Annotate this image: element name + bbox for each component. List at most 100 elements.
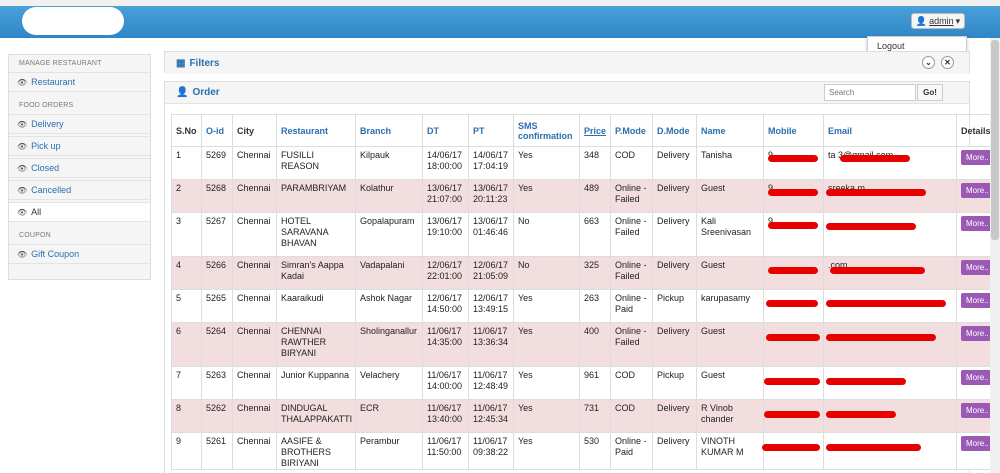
- filters-header[interactable]: ▦ Filters: [165, 52, 969, 74]
- cell-pt: 11/06/17 09:38:22: [468, 432, 514, 470]
- cell-name: Guest: [696, 322, 764, 367]
- col-oid[interactable]: O-id: [201, 114, 233, 147]
- col-price[interactable]: Price: [579, 114, 611, 147]
- close-button[interactable]: ✕: [941, 56, 954, 69]
- redaction-mark: [766, 334, 820, 341]
- logout-link[interactable]: Logout: [877, 41, 905, 51]
- col-dt[interactable]: DT: [422, 114, 469, 147]
- admin-menu-button[interactable]: 👤 admin ▾: [911, 13, 965, 29]
- cell-oid: 5269: [201, 146, 233, 180]
- cell-sno: 7: [171, 366, 202, 400]
- scrollbar-thumb[interactable]: [991, 40, 999, 240]
- cell-dmode: Delivery: [652, 256, 697, 290]
- logo[interactable]: [22, 7, 124, 35]
- user-icon: 👤: [915, 15, 928, 26]
- cell-branch: Perambur: [355, 432, 423, 470]
- cell-pt: 12/06/17 13:49:15: [468, 289, 514, 323]
- more-button[interactable]: More..: [961, 183, 994, 198]
- sidebar-item-pick-up[interactable]: 👁 Pick up: [9, 136, 150, 156]
- sidebar-item-delivery[interactable]: 👁 Delivery: [9, 114, 150, 134]
- cell-branch: Ashok Nagar: [355, 289, 423, 323]
- more-button[interactable]: More..: [961, 326, 994, 341]
- sidebar-item-cancelled[interactable]: 👁 Cancelled: [9, 180, 150, 200]
- cell-email: ta 3@gmail.com: [823, 146, 957, 180]
- cell-dmode: Delivery: [652, 322, 697, 367]
- sidebar-item-label: Closed: [31, 163, 60, 173]
- cell-dmode: Pickup: [652, 366, 697, 400]
- table-row: 9 5261 Chennai AASIFE & BROTHERS BIRIYANI Pe…: [171, 432, 1000, 470]
- eye-icon: 👁: [17, 163, 28, 173]
- table-header-row: S.No O-id City Restaurant Branch DT PT S…: [171, 114, 1000, 147]
- cell-branch: Gopalapuram: [355, 212, 423, 257]
- cell-sms: Yes: [513, 289, 580, 323]
- more-button[interactable]: More..: [961, 436, 994, 451]
- cell-name: Guest: [696, 366, 764, 400]
- sidebar-item-label: Pick up: [31, 141, 61, 151]
- cell-dt: 11/06/17 14:35:00: [422, 322, 469, 367]
- col-dmode[interactable]: D.Mode: [652, 114, 697, 147]
- redaction-mark: [830, 267, 925, 274]
- redaction-mark: [826, 444, 921, 451]
- table-row: 2 5268 Chennai PARAMBRIYAM Kolathur 13/06/17 …: [171, 179, 1000, 213]
- redaction-mark: [768, 189, 818, 196]
- sidebar-item-restaurant[interactable]: 👁 Restaurant: [9, 72, 150, 92]
- cell-branch: Kolathur: [355, 179, 423, 213]
- cell-price: 400: [579, 322, 611, 367]
- sidebar-item-all[interactable]: 👁 All: [9, 202, 150, 222]
- col-mobile[interactable]: Mobile: [763, 114, 824, 147]
- eye-icon: 👁: [17, 77, 28, 87]
- redaction-mark: [768, 267, 818, 274]
- more-button[interactable]: More..: [961, 293, 994, 308]
- cell-oid: 5262: [201, 399, 233, 433]
- cell-price: 731: [579, 399, 611, 433]
- table-row: 6 5264 Chennai CHENNAI RAWTHER BIRYANI Sholi…: [171, 322, 1000, 367]
- filters-panel: ▦ Filters ⌄ ✕: [164, 51, 970, 74]
- sidebar-heading-manage-restaurant: MANAGE RESTAURANT: [19, 60, 102, 67]
- cell-restaurant: Kaaraikudi: [276, 289, 356, 323]
- cell-restaurant: FUSILLI REASON: [276, 146, 356, 180]
- cell-dt: 13/06/17 21:07:00: [422, 179, 469, 213]
- collapse-button[interactable]: ⌄: [922, 56, 935, 69]
- cell-pt: 12/06/17 21:05:09: [468, 256, 514, 290]
- col-sms[interactable]: SMS confirmation: [513, 114, 580, 147]
- col-pmode[interactable]: P.Mode: [610, 114, 653, 147]
- cell-name: R Vinob chander: [696, 399, 764, 433]
- search-input[interactable]: [824, 84, 916, 101]
- col-city[interactable]: City: [232, 114, 277, 147]
- more-button[interactable]: More..: [961, 150, 994, 165]
- col-branch[interactable]: Branch: [355, 114, 423, 147]
- cell-sms: No: [513, 212, 580, 257]
- sidebar-item-label: Cancelled: [31, 185, 72, 195]
- more-button[interactable]: More..: [961, 260, 994, 275]
- more-button[interactable]: More..: [961, 216, 994, 231]
- cell-city: Chennai: [232, 366, 277, 400]
- cell-mobile: 9: [763, 179, 824, 213]
- cell-branch: Kilpauk: [355, 146, 423, 180]
- cell-pmode: Online - Failed: [610, 256, 653, 290]
- cell-restaurant: HOTEL SARAVANA BHAVAN: [276, 212, 356, 257]
- cell-dt: 11/06/17 11:50:00: [422, 432, 469, 470]
- col-email[interactable]: Email: [823, 114, 957, 147]
- cell-sms: Yes: [513, 322, 580, 367]
- cell-branch: ECR: [355, 399, 423, 433]
- sidebar-item-closed[interactable]: 👁 Closed: [9, 158, 150, 178]
- col-name[interactable]: Name: [696, 114, 764, 147]
- col-sno[interactable]: S.No: [171, 114, 202, 147]
- redaction-mark: [768, 155, 818, 162]
- redaction-mark: [840, 155, 910, 162]
- col-pt[interactable]: PT: [468, 114, 514, 147]
- more-button[interactable]: More..: [961, 403, 994, 418]
- cell-sms: Yes: [513, 146, 580, 180]
- grid-icon: ▦: [176, 57, 186, 69]
- sidebar-item-gift-coupon[interactable]: 👁 Gift Coupon: [9, 244, 150, 264]
- redaction-mark: [764, 378, 820, 385]
- cell-dt: 13/06/17 19:10:00: [422, 212, 469, 257]
- cell-oid: 5264: [201, 322, 233, 367]
- cell-sno: 6: [171, 322, 202, 367]
- more-button[interactable]: More..: [961, 370, 994, 385]
- col-restaurant[interactable]: Restaurant: [276, 114, 356, 147]
- cell-dmode: Delivery: [652, 432, 697, 470]
- cell-pmode: Online - Paid: [610, 289, 653, 323]
- cell-city: Chennai: [232, 289, 277, 323]
- go-button[interactable]: Go!: [917, 84, 943, 101]
